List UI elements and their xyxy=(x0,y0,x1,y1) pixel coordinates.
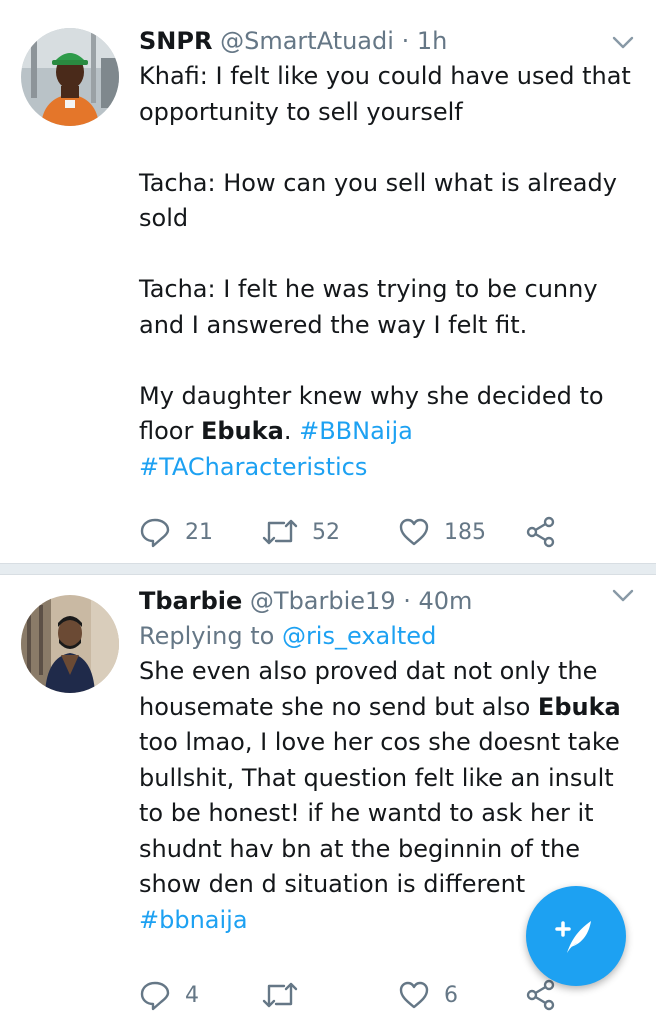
mention-link[interactable]: @ris_exalted xyxy=(282,622,436,650)
timeline: SNPR @SmartAtuadi · 1h Khafi: I felt lik… xyxy=(0,0,656,1024)
tweet-actions: 4 6 xyxy=(139,975,579,1015)
compose-tweet-button[interactable] xyxy=(526,886,626,986)
tweet-text-span: She even also proved dat not only the ho… xyxy=(139,657,598,721)
bold-keyword: Ebuka xyxy=(537,692,621,721)
tweet-actions: 21 52 185 xyxy=(139,512,579,552)
reply-button[interactable]: 21 xyxy=(139,512,213,552)
hashtag-link[interactable]: #BBNaija xyxy=(299,417,413,445)
avatar[interactable] xyxy=(21,595,119,693)
share-icon xyxy=(526,979,555,1011)
reply-button[interactable]: 4 xyxy=(139,975,199,1015)
tweet-header: Tbarbie @Tbarbie19 · 40m xyxy=(139,584,632,618)
compose-tweet-icon xyxy=(555,921,591,953)
timestamp[interactable]: 1h xyxy=(417,27,447,55)
replying-to: Replying to @ris_exalted xyxy=(139,618,632,654)
retweet-button[interactable] xyxy=(262,975,312,1015)
reply-icon xyxy=(140,518,170,548)
replying-label: Replying to xyxy=(139,622,282,650)
bold-keyword: Ebuka xyxy=(200,417,284,445)
author-handle[interactable]: @SmartAtuadi xyxy=(220,27,394,55)
retweet-count: 52 xyxy=(312,519,340,545)
reply-count: 21 xyxy=(185,519,213,545)
tweet-header: SNPR @SmartAtuadi · 1h xyxy=(139,24,632,58)
retweet-button[interactable]: 52 xyxy=(262,512,340,552)
tweet-content: SNPR @SmartAtuadi · 1h Khafi: I felt lik… xyxy=(139,24,632,485)
reply-count: 4 xyxy=(185,982,199,1008)
separator: · xyxy=(401,27,410,55)
like-count: 6 xyxy=(444,982,458,1008)
heart-icon xyxy=(399,981,429,1009)
author-handle[interactable]: @Tbarbie19 xyxy=(250,587,396,615)
hashtag-link[interactable]: #TACharacteristics xyxy=(139,453,367,481)
like-button[interactable]: 185 xyxy=(398,512,486,552)
tweet-divider xyxy=(0,563,656,575)
like-count: 185 xyxy=(444,519,486,545)
tweet-text: Khafi: I felt like you could have used t… xyxy=(139,59,632,485)
timestamp[interactable]: 40m xyxy=(419,587,473,615)
share-button[interactable] xyxy=(525,975,557,1015)
avatar[interactable] xyxy=(21,28,119,126)
tweet-paragraph: Tacha: I felt he was trying to be cunny … xyxy=(139,275,598,339)
author-name[interactable]: SNPR xyxy=(139,27,212,55)
tweet-text-span: too lmao, I love her cos she doesnt take… xyxy=(139,728,620,898)
tweet-paragraph: Khafi: I felt like you could have used t… xyxy=(139,62,631,126)
tweet-paragraph: Tacha: How can you sell what is already … xyxy=(139,168,617,233)
separator: · xyxy=(403,587,411,615)
retweet-icon xyxy=(262,519,298,545)
like-button[interactable]: 6 xyxy=(398,975,458,1015)
tweet-text-span: . xyxy=(283,417,300,445)
tweet-content: Tbarbie @Tbarbie19 · 40m Replying to @ri… xyxy=(139,584,632,938)
retweet-icon xyxy=(262,982,298,1008)
share-icon xyxy=(526,516,555,548)
share-button[interactable] xyxy=(525,512,557,552)
reply-icon xyxy=(140,981,170,1011)
heart-icon xyxy=(399,518,429,546)
tweet-paragraph: My daughter knew why she decided to floo… xyxy=(139,379,632,486)
author-name[interactable]: Tbarbie xyxy=(139,587,242,615)
hashtag-link[interactable]: #bbnaija xyxy=(139,906,248,934)
